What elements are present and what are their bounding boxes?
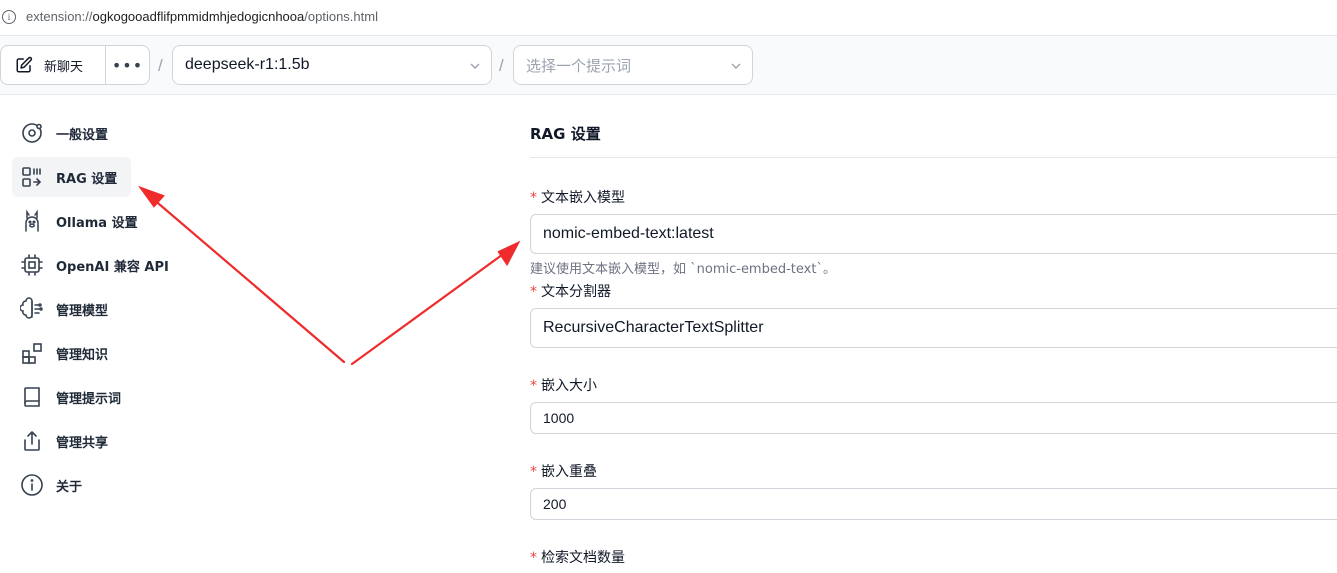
sidebar-item-label: OpenAI 兼容 API [56,259,169,275]
page-title: RAG 设置 [530,125,601,143]
sidebar-item-about[interactable]: 关于 [12,465,222,505]
sidebar-item-knowledge[interactable]: 管理知识 [12,333,222,373]
chunk-overlap-input[interactable]: 200 [530,488,1337,520]
edit-icon [16,56,33,73]
sidebar-item-openai-api[interactable]: OpenAI 兼容 API [12,245,222,285]
brain-icon [20,297,44,321]
chevron-down-icon [731,63,741,69]
toolbar-separator: / [158,56,163,75]
required-mark: * [530,284,537,300]
more-options-button[interactable]: ••• [106,46,149,84]
required-mark: * [530,190,537,206]
sidebar-item-label: 一般设置 [56,127,109,143]
chunk-size-value: 1000 [543,410,575,426]
model-select[interactable]: deepseek-r1:1.5b [172,45,492,85]
settings-orbit-icon [20,121,44,145]
blocks-icon [20,341,44,365]
title-divider [530,157,1337,158]
sidebar-item-label: 管理模型 [56,303,109,319]
sidebar-item-label: RAG 设置 [56,171,118,187]
num-docs-label: * 检索文档数量 [530,550,625,566]
rag-scan-icon [20,165,44,189]
prompt-select-placeholder: 选择一个提示词 [526,57,632,75]
url-host: ogkogooadflifpmmidmhjedogicnhooa [92,9,305,24]
book-icon [20,385,44,409]
sidebar-item-label: 管理提示词 [56,391,122,407]
arrow-head-right [497,240,521,267]
required-mark: * [530,464,537,480]
sidebar-item-prompts[interactable]: 管理提示词 [12,377,222,417]
share-icon [20,429,44,453]
sidebar-item-label: 关于 [56,479,83,495]
chunk-size-input[interactable]: 1000 [530,402,1337,434]
text-splitter-value: RecursiveCharacterTextSplitter [543,319,764,336]
chunk-overlap-label: * 嵌入重叠 [530,464,597,480]
sidebar-item-label: 管理共享 [56,435,109,451]
sidebar-item-label: Ollama 设置 [56,215,138,231]
embedding-model-hint: 建议使用文本嵌入模型，如 `nomic-embed-text`。 [530,262,836,277]
sidebar-item-ollama[interactable]: Ollama 设置 [12,201,222,241]
arrow-to-embedding-input [350,250,508,366]
top-toolbar: 新聊天 ••• / deepseek-r1:1.5b / 选择一个提示词 [0,36,1337,95]
settings-sidebar: 一般设置 RAG 设置 Ollama 设置 OpenAI 兼容 API 管理模型… [12,113,222,509]
url-text[interactable]: extension://ogkogooadflifpmmidmhjedogicn… [26,9,378,24]
text-splitter-label: * 文本分割器 [530,284,611,300]
sidebar-item-general[interactable]: 一般设置 [12,113,222,153]
more-dots-icon: ••• [111,55,144,75]
embedding-model-input[interactable]: nomic-embed-text:latest [530,214,1337,254]
sidebar-item-models[interactable]: 管理模型 [12,289,222,329]
info-icon[interactable]: i [2,10,16,24]
sidebar-item-label: 管理知识 [56,347,109,363]
url-path: /options.html [304,9,378,24]
embedding-model-label: * 文本嵌入模型 [530,190,625,206]
text-splitter-select[interactable]: RecursiveCharacterTextSplitter [530,308,1337,348]
llama-icon [20,209,44,233]
new-chat-button[interactable]: 新聊天 [1,46,106,84]
toolbar-separator: / [499,56,504,75]
info-icon [20,473,44,497]
url-scheme: extension:// [26,9,93,24]
new-chat-label: 新聊天 [44,59,84,75]
prompt-select[interactable]: 选择一个提示词 [513,45,753,85]
required-mark: * [530,550,537,566]
chevron-down-icon [470,63,480,69]
chat-button-group: 新聊天 ••• [0,45,150,85]
address-bar[interactable]: i extension://ogkogooadflifpmmidmhjedogi… [0,0,1337,36]
required-mark: * [530,378,537,394]
sidebar-item-rag[interactable]: RAG 设置 [12,157,131,197]
model-select-value: deepseek-r1:1.5b [185,56,310,73]
cpu-chip-icon [20,253,44,277]
chunk-overlap-value: 200 [543,496,567,512]
embedding-model-value: nomic-embed-text:latest [543,225,714,242]
sidebar-item-sharing[interactable]: 管理共享 [12,421,222,461]
chunk-size-label: * 嵌入大小 [530,378,597,394]
